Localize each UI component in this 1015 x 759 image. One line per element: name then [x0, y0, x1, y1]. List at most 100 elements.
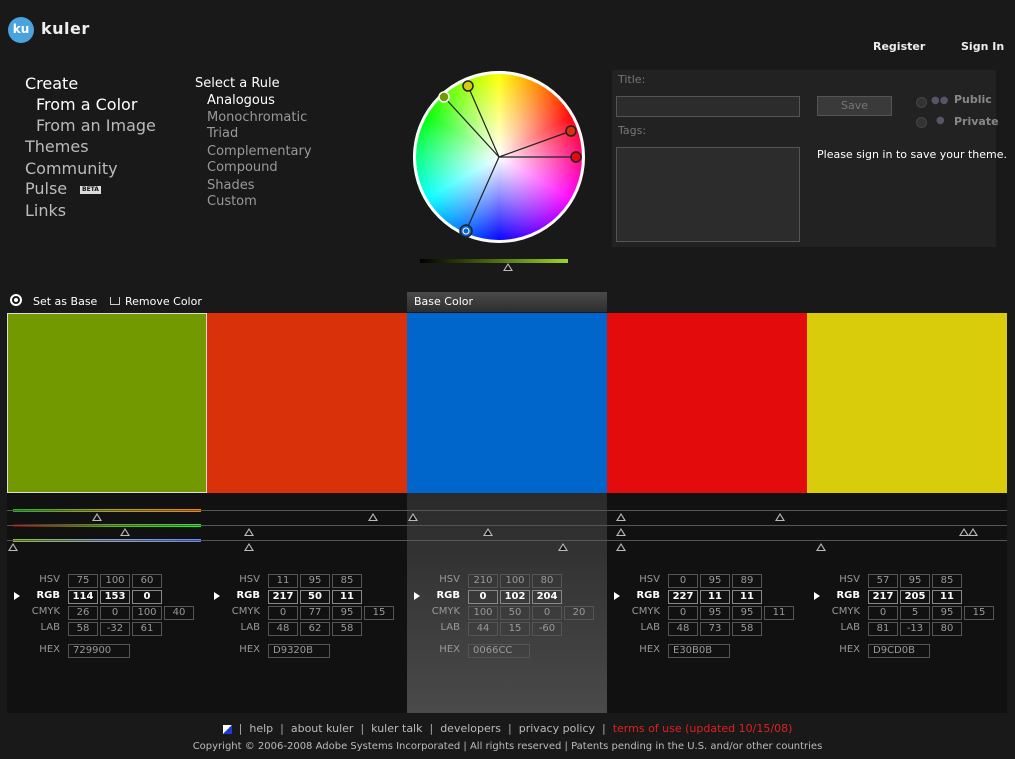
rgb-value-field[interactable]: 153 [100, 590, 130, 604]
slider-handle-c3-r1[interactable] [408, 513, 418, 521]
rgb-value-field[interactable]: 114 [68, 590, 98, 604]
cmyk-value-field[interactable]: 95 [332, 606, 362, 620]
slider-handle-c2-r1[interactable] [368, 513, 378, 521]
rgb-value-field[interactable]: 11 [700, 590, 730, 604]
hsv-value-field[interactable]: 85 [332, 574, 362, 588]
kuler-logo-text[interactable]: kuler [41, 19, 90, 38]
slider-handle-c4-r1[interactable] [616, 513, 626, 521]
rule-shades[interactable]: Shades [207, 178, 254, 193]
rgb-value-field[interactable]: 205 [900, 590, 930, 604]
rule-monochromatic[interactable]: Monochromatic [207, 110, 307, 125]
rgb-value-field[interactable]: 217 [268, 590, 298, 604]
rgb-mode-arrow-icon[interactable] [214, 592, 220, 600]
public-radio[interactable] [916, 97, 927, 108]
nav-community[interactable]: Community [25, 159, 118, 178]
lab-value-field[interactable]: 61 [132, 622, 162, 636]
cmyk-value-field[interactable]: 77 [300, 606, 330, 620]
hsv-value-field[interactable]: 100 [100, 574, 130, 588]
hsv-value-field[interactable]: 95 [900, 574, 930, 588]
slider-handle-c5-r2[interactable] [968, 528, 978, 536]
rgb-value-field[interactable]: 217 [868, 590, 898, 604]
kuler-logo-badge[interactable]: ku [8, 17, 34, 43]
hex-value-field[interactable]: 729900 [68, 644, 130, 658]
rgb-value-field[interactable]: 11 [332, 590, 362, 604]
hex-value-field[interactable]: E30B0B [668, 644, 730, 658]
rgb-mode-arrow-icon[interactable] [614, 592, 620, 600]
color-swatch-5[interactable] [807, 313, 1007, 493]
private-radio[interactable] [916, 117, 927, 128]
slider-handle-c1-r3[interactable] [8, 543, 18, 551]
hsv-value-field[interactable]: 95 [300, 574, 330, 588]
rgb-value-field[interactable]: 11 [932, 590, 962, 604]
cmyk-value-field[interactable]: 0 [268, 606, 298, 620]
rgb-value-field[interactable]: 0 [468, 590, 498, 604]
hsv-value-field[interactable]: 89 [732, 574, 762, 588]
slider-track-1[interactable] [7, 510, 1007, 511]
lab-value-field[interactable]: -60 [532, 622, 562, 636]
nav-from-an-image[interactable]: From an Image [36, 116, 156, 135]
trash-icon[interactable] [110, 297, 120, 305]
rule-complementary[interactable]: Complementary [207, 144, 312, 159]
hex-value-field[interactable]: D9CD0B [868, 644, 930, 658]
hsv-value-field[interactable]: 75 [68, 574, 98, 588]
cmyk-value-field[interactable]: 50 [500, 606, 530, 620]
rgb-mode-arrow-icon[interactable] [814, 592, 820, 600]
footer-about[interactable]: about kuler [291, 722, 354, 735]
nav-links[interactable]: Links [25, 201, 66, 220]
cmyk-value-field[interactable]: 100 [468, 606, 498, 620]
color-swatch-2[interactable] [207, 313, 407, 493]
register-link[interactable]: Register [873, 40, 925, 53]
nav-themes[interactable]: Themes [25, 137, 89, 156]
lab-value-field[interactable]: 80 [932, 622, 962, 636]
rule-custom[interactable]: Custom [207, 194, 257, 209]
footer-talk[interactable]: kuler talk [371, 722, 422, 735]
cmyk-value-field[interactable]: 100 [132, 606, 162, 620]
sign-in-link[interactable]: Sign In [961, 40, 1004, 53]
slider-track-3[interactable] [7, 540, 1007, 541]
save-button[interactable]: Save [817, 96, 892, 116]
lab-value-field[interactable]: 58 [732, 622, 762, 636]
cmyk-value-field[interactable]: 11 [764, 606, 794, 620]
cmyk-value-field[interactable]: 0 [532, 606, 562, 620]
remove-color-button[interactable]: Remove Color [125, 295, 202, 308]
rule-analogous[interactable]: Analogous [207, 93, 275, 108]
nav-create[interactable]: Create [25, 74, 78, 93]
rgb-value-field[interactable]: 11 [732, 590, 762, 604]
slider-handle-c1-r1[interactable] [92, 513, 102, 521]
rule-triad[interactable]: Triad [207, 126, 238, 141]
hsv-value-field[interactable]: 60 [132, 574, 162, 588]
tags-input[interactable] [616, 147, 800, 242]
hsv-value-field[interactable]: 100 [500, 574, 530, 588]
hsv-value-field[interactable]: 95 [700, 574, 730, 588]
rgb-mode-arrow-icon[interactable] [14, 592, 20, 600]
nav-from-a-color[interactable]: From a Color [36, 95, 137, 114]
lab-value-field[interactable]: 48 [268, 622, 298, 636]
slider-handle-c1-r2[interactable] [120, 528, 130, 536]
hsv-value-field[interactable]: 11 [268, 574, 298, 588]
lab-value-field[interactable]: 62 [300, 622, 330, 636]
lab-value-field[interactable]: -13 [900, 622, 930, 636]
slider-handle-c3-r2[interactable] [483, 528, 493, 536]
lab-value-field[interactable]: 73 [700, 622, 730, 636]
cmyk-value-field[interactable]: 15 [364, 606, 394, 620]
hex-value-field[interactable]: D9320B [268, 644, 330, 658]
cmyk-value-field[interactable]: 26 [68, 606, 98, 620]
title-input[interactable] [616, 96, 800, 117]
lab-value-field[interactable]: 44 [468, 622, 498, 636]
nav-pulse[interactable]: Pulse [25, 179, 67, 198]
cmyk-value-field[interactable]: 95 [932, 606, 962, 620]
lab-value-field[interactable]: 58 [332, 622, 362, 636]
rgb-value-field[interactable]: 50 [300, 590, 330, 604]
slider-handle-c5-r3[interactable] [816, 543, 826, 551]
rule-compound[interactable]: Compound [207, 160, 278, 175]
wheel-handles[interactable] [413, 71, 585, 243]
hsv-value-field[interactable]: 80 [532, 574, 562, 588]
lab-value-field[interactable]: 81 [868, 622, 898, 636]
lab-value-field[interactable]: -32 [100, 622, 130, 636]
target-icon[interactable] [10, 294, 22, 306]
slider-handle-c2-r2[interactable] [244, 528, 254, 536]
brightness-slider[interactable] [420, 259, 568, 263]
set-as-base-button[interactable]: Set as Base [33, 295, 97, 308]
brightness-slider-handle[interactable] [503, 263, 513, 271]
hsv-value-field[interactable]: 210 [468, 574, 498, 588]
